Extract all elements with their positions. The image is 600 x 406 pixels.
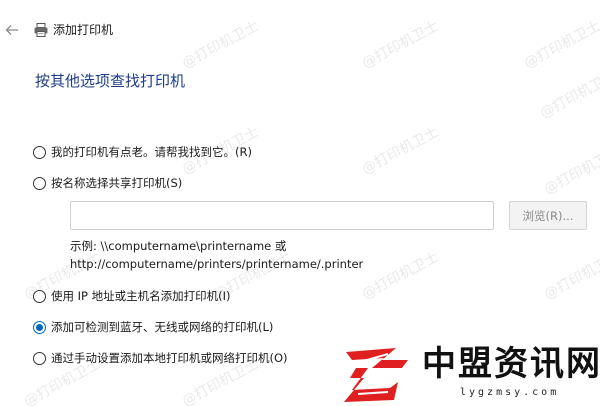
option-label: 通过手动设置添加本地打印机或网络打印机(O) xyxy=(51,351,288,365)
option-label: 我的打印机有点老。请帮我找到它。(R) xyxy=(51,145,252,159)
back-arrow-icon[interactable] xyxy=(4,22,20,38)
printer-icon xyxy=(34,23,48,37)
watermark: @打印机卫士 xyxy=(541,144,600,198)
example-text-line2: http://computername/printers/printername… xyxy=(70,257,364,271)
watermark: @打印机卫士 xyxy=(359,249,442,303)
radio-button[interactable] xyxy=(33,351,46,365)
option-bluetooth-wireless-network[interactable]: 添加可检测到蓝牙、无线或网络的打印机(L) xyxy=(33,318,273,336)
watermark: @打印机卫士 xyxy=(359,124,442,178)
brand-name: 中盟资讯网 xyxy=(422,344,600,384)
option-old-printer[interactable]: 我的打印机有点老。请帮我找到它。(R) xyxy=(33,143,252,161)
radio-button[interactable] xyxy=(33,289,46,303)
example-text-line1: 示例: \\computername\printername 或 xyxy=(70,239,287,253)
option-manual-local[interactable]: 通过手动设置添加本地打印机或网络打印机(O) xyxy=(33,349,288,367)
option-ip-address[interactable]: 使用 IP 地址或主机名添加打印机(I) xyxy=(33,287,231,305)
radio-button[interactable] xyxy=(33,176,46,190)
radio-button-selected[interactable] xyxy=(33,320,46,334)
brand-logo-icon xyxy=(344,348,408,402)
option-label: 添加可检测到蓝牙、无线或网络的打印机(L) xyxy=(51,320,274,334)
page-title: 按其他选项查找打印机 xyxy=(35,72,186,90)
shared-printer-name-input[interactable] xyxy=(70,201,494,230)
watermark: @打印机卫士 xyxy=(541,249,600,303)
title-bar: 添加打印机 xyxy=(0,18,600,44)
option-label: 使用 IP 地址或主机名添加打印机(I) xyxy=(51,289,231,303)
option-label: 按名称选择共享打印机(S) xyxy=(51,176,183,190)
radio-button[interactable] xyxy=(33,145,46,159)
brand-watermark: 中盟资讯网 lygzmsy.com xyxy=(338,338,600,406)
browse-button[interactable]: 浏览(R)... xyxy=(509,201,587,230)
brand-url: lygzmsy.com xyxy=(460,387,560,398)
window-title: 添加打印机 xyxy=(53,23,114,37)
watermark: @打印机卫士 xyxy=(537,68,600,122)
option-shared-printer[interactable]: 按名称选择共享打印机(S) xyxy=(33,174,182,192)
